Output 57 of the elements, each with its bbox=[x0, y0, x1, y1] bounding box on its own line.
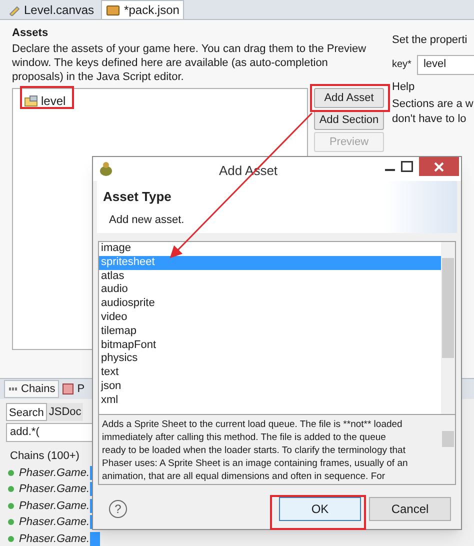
list-item[interactable]: video bbox=[99, 310, 441, 325]
result-item[interactable]: Phaser.Game. bbox=[19, 481, 90, 498]
header-message: Add new asset. bbox=[109, 212, 184, 228]
pencil-icon bbox=[8, 4, 20, 16]
help-button[interactable]: ? bbox=[109, 500, 127, 518]
list-item[interactable]: xml bbox=[99, 394, 441, 408]
scroll-thumb[interactable] bbox=[442, 258, 454, 358]
dialog-button[interactable]: OK bbox=[279, 497, 361, 521]
panel-tab[interactable]: P bbox=[59, 380, 88, 398]
editor-tab[interactable]: *pack.json bbox=[101, 0, 184, 19]
status-dot-icon bbox=[8, 519, 14, 526]
header-title: Asset Type bbox=[103, 188, 172, 206]
folder-icon bbox=[24, 95, 38, 107]
result-item[interactable]: Phaser.Game. bbox=[19, 514, 90, 530]
list-item[interactable]: audio bbox=[99, 283, 441, 298]
help-title: Help bbox=[392, 80, 415, 94]
field-label: key* bbox=[392, 58, 412, 72]
close-icon bbox=[434, 162, 444, 172]
folder-icon bbox=[106, 4, 120, 16]
help-text: Sections are a w don't have to lo bbox=[392, 97, 474, 127]
panel-tab[interactable]: Chains bbox=[4, 380, 60, 398]
list-item[interactable]: audiosprite bbox=[99, 297, 441, 311]
maximize-icon bbox=[401, 161, 413, 172]
minimize-icon bbox=[385, 168, 395, 170]
match-highlight bbox=[90, 532, 100, 546]
highlight-box bbox=[20, 86, 74, 109]
result-item[interactable]: Phaser.Game. bbox=[19, 530, 90, 546]
scrollbar[interactable] bbox=[441, 242, 455, 414]
app-icon bbox=[99, 161, 113, 177]
list-item[interactable]: bitmapFont bbox=[99, 338, 441, 352]
status-dot-icon bbox=[8, 486, 14, 492]
list-item[interactable]: tilemap bbox=[99, 324, 441, 339]
status-dot-icon bbox=[8, 470, 14, 476]
list-item[interactable]: image bbox=[99, 242, 441, 256]
result-item[interactable]: Phaser.Game. bbox=[19, 464, 90, 481]
asset-button[interactable]: Add Asset bbox=[314, 88, 384, 108]
scroll-thumb[interactable] bbox=[442, 431, 454, 447]
properties-heading: Set the properti bbox=[392, 33, 468, 48]
status-dot-icon bbox=[8, 502, 14, 509]
list-item[interactable]: json bbox=[99, 380, 441, 394]
list-item[interactable]: text bbox=[99, 366, 441, 380]
asset-button[interactable]: Add Section bbox=[314, 110, 384, 130]
assets-description: Declare the assets of your game here. You can drag them to the Preview window. The keys defined here are available (as auto-completion proposals) in the Java Script editor. bbox=[12, 42, 368, 84]
result-item[interactable]: Phaser.Game. bbox=[19, 498, 90, 514]
key-field[interactable]: level bbox=[417, 54, 474, 74]
sub-tab[interactable]: JSDoc bbox=[46, 403, 84, 421]
list-item[interactable]: physics bbox=[99, 352, 441, 366]
panel-icon bbox=[62, 383, 74, 395]
editor-tab[interactable]: Level.canvas bbox=[4, 0, 98, 19]
status-dot-icon bbox=[8, 536, 14, 542]
close-button[interactable] bbox=[419, 157, 459, 176]
list-item[interactable]: atlas bbox=[99, 270, 441, 284]
section-title: Assets bbox=[12, 26, 50, 40]
results-heading: Chains (100+) bbox=[10, 449, 80, 464]
tree-item[interactable]: level bbox=[23, 92, 67, 110]
sub-tab[interactable]: Search bbox=[6, 403, 47, 421]
dialog-button[interactable]: Cancel bbox=[369, 497, 451, 521]
